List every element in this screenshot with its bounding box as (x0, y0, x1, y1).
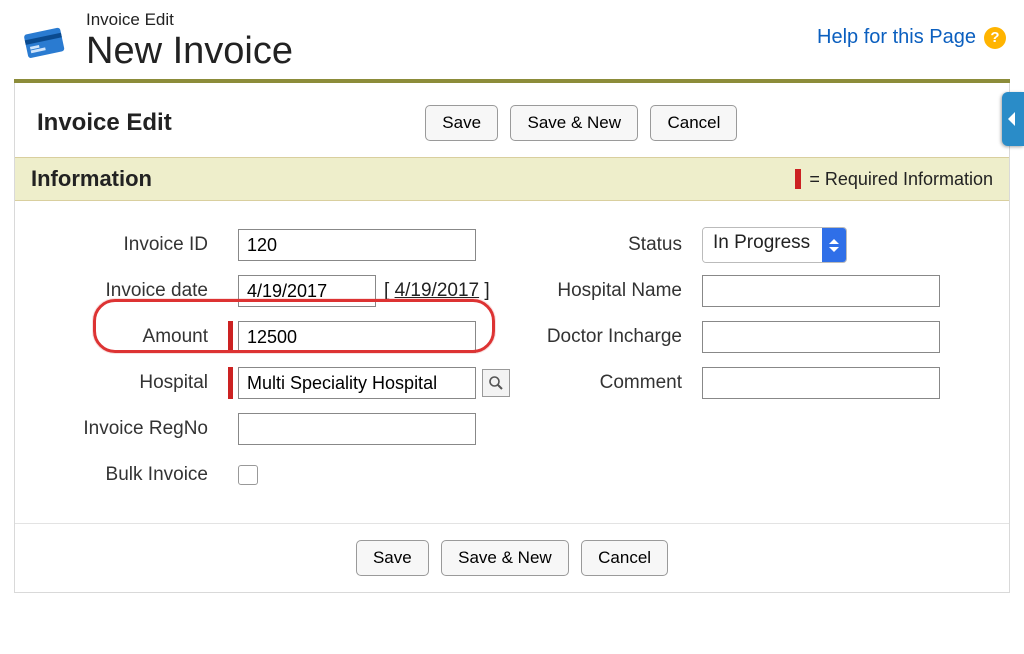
amount-label: Amount (23, 326, 228, 348)
invoice-id-label: Invoice ID (23, 234, 228, 256)
hospital-input[interactable] (238, 367, 476, 399)
search-icon (488, 375, 504, 391)
side-drawer-toggle[interactable] (1002, 92, 1024, 146)
hospital-label: Hospital (23, 372, 228, 394)
cancel-button[interactable]: Cancel (650, 105, 737, 141)
bottom-button-row: Save Save & New Cancel (15, 523, 1009, 592)
help-link-label: Help for this Page (817, 26, 976, 49)
top-button-row: Save Save & New Cancel (172, 105, 991, 141)
breadcrumb: Invoice Edit (86, 10, 293, 30)
invoice-id-input[interactable] (238, 229, 476, 261)
doctor-incharge-label: Doctor Incharge (512, 326, 702, 348)
panel-title: Invoice Edit (37, 109, 172, 137)
comment-label: Comment (512, 372, 702, 394)
required-legend: = Required Information (795, 169, 993, 190)
invoice-date-input[interactable] (238, 275, 376, 307)
invoice-regno-input[interactable] (238, 413, 476, 445)
hospital-lookup-button[interactable] (482, 369, 510, 397)
comment-input[interactable] (702, 367, 940, 399)
save-new-button[interactable]: Save & New (441, 540, 569, 576)
section-header: Information = Required Information (15, 157, 1009, 201)
page-title: New Invoice (86, 30, 293, 73)
cancel-button[interactable]: Cancel (581, 540, 668, 576)
save-button[interactable]: Save (356, 540, 429, 576)
chevron-updown-icon (822, 228, 846, 262)
required-bar-icon (228, 321, 233, 353)
bulk-invoice-checkbox[interactable] (238, 465, 258, 485)
invoice-date-label: Invoice date (23, 280, 228, 302)
save-new-button[interactable]: Save & New (510, 105, 638, 141)
bulk-invoice-label: Bulk Invoice (23, 464, 228, 486)
invoice-regno-label: Invoice RegNo (23, 418, 228, 440)
doctor-incharge-input[interactable] (702, 321, 940, 353)
amount-input[interactable] (238, 321, 476, 353)
form-body: Invoice ID Invoice date [ 4/19/2017 ] Am… (15, 201, 1009, 523)
invoice-card-icon (20, 18, 68, 66)
required-bar-icon (795, 169, 801, 189)
status-select[interactable]: In Progress (702, 227, 847, 263)
required-bar-icon (228, 367, 233, 399)
hospital-name-input[interactable] (702, 275, 940, 307)
help-icon: ? (984, 27, 1006, 49)
edit-panel: Invoice Edit Save Save & New Cancel Info… (14, 83, 1010, 593)
invoice-date-quicklink[interactable]: [ 4/19/2017 ] (384, 280, 490, 302)
section-title: Information (31, 166, 152, 192)
form-right-column: Status In Progress Hospital Name Doctor … (512, 217, 1001, 503)
hospital-name-label: Hospital Name (512, 280, 702, 302)
status-label: Status (512, 234, 702, 256)
help-link[interactable]: Help for this Page ? (817, 26, 1006, 49)
form-left-column: Invoice ID Invoice date [ 4/19/2017 ] Am… (23, 217, 512, 503)
save-button[interactable]: Save (425, 105, 498, 141)
status-select-value: In Progress (703, 228, 822, 262)
required-legend-text: = Required Information (809, 169, 993, 190)
